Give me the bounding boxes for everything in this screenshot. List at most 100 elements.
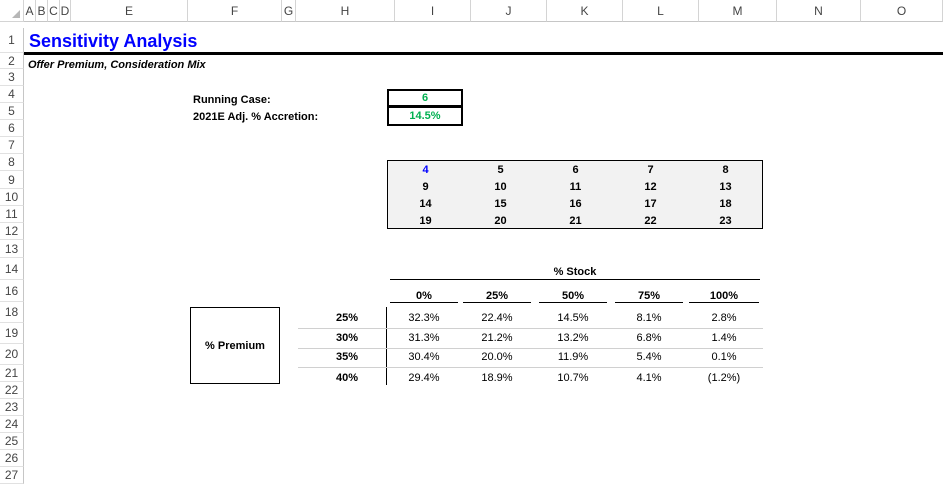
sensitivity-value-cell[interactable]: 20.0% xyxy=(465,350,529,364)
running-case-label: Running Case: xyxy=(193,94,271,106)
sensitivity-value-cell[interactable]: 11.9% xyxy=(541,350,605,364)
column-header-m[interactable]: M xyxy=(699,0,777,22)
row-header-12[interactable]: 12 xyxy=(0,223,24,240)
case-cell[interactable]: 21 xyxy=(539,214,612,228)
running-case-value: 6 xyxy=(421,92,429,104)
accretion-output[interactable]: 14.5% xyxy=(387,106,463,126)
column-header-a[interactable]: A xyxy=(24,0,36,22)
row-header-4[interactable]: 4 xyxy=(0,86,24,103)
sensitivity-value-cell[interactable]: 5.4% xyxy=(617,350,681,364)
row-header-21[interactable]: 21 xyxy=(0,365,24,382)
sensitivity-value-cell[interactable]: 18.9% xyxy=(465,371,529,385)
row-header-27[interactable]: 27 xyxy=(0,467,24,484)
select-all-corner[interactable] xyxy=(0,0,24,22)
row-header-25[interactable]: 25 xyxy=(0,433,24,450)
row-divider xyxy=(298,328,763,329)
column-header-i[interactable]: I xyxy=(395,0,471,22)
column-header-h[interactable]: H xyxy=(296,0,395,22)
row-header-3[interactable]: 3 xyxy=(0,69,24,86)
sensitivity-value-cell[interactable]: 10.7% xyxy=(541,371,605,385)
column-header-g[interactable]: G xyxy=(282,0,296,22)
sensitivity-value-cell[interactable]: 29.4% xyxy=(392,371,456,385)
row-header-2[interactable]: 2 xyxy=(0,53,24,69)
col-header-underline xyxy=(463,302,531,303)
premium-row-header: 40% xyxy=(335,372,358,384)
row-header-8[interactable]: 8 xyxy=(0,154,24,171)
running-case-input[interactable]: 6 xyxy=(387,89,463,107)
row-divider xyxy=(298,367,763,368)
case-cell[interactable]: 17 xyxy=(614,197,687,211)
sensitivity-value-cell[interactable]: 1.4% xyxy=(691,331,757,345)
sensitivity-value-cell[interactable]: (1.2%) xyxy=(691,371,757,385)
sensitivity-value-cell[interactable]: 22.4% xyxy=(465,311,529,325)
case-cell[interactable]: 11 xyxy=(539,180,612,194)
row-header-16[interactable]: 16 xyxy=(0,280,24,302)
sensitivity-value-cell[interactable]: 13.2% xyxy=(541,331,605,345)
row-header-1[interactable]: 1 xyxy=(0,28,24,53)
sensitivity-value-cell[interactable]: 6.8% xyxy=(617,331,681,345)
page-subtitle: Offer Premium, Consideration Mix xyxy=(28,59,206,71)
row-header-11[interactable]: 11 xyxy=(0,206,24,223)
column-header-l[interactable]: L xyxy=(623,0,699,22)
column-header-j[interactable]: J xyxy=(471,0,547,22)
row-header-22[interactable]: 22 xyxy=(0,382,24,399)
case-cell[interactable]: 16 xyxy=(539,197,612,211)
case-cell[interactable]: 5 xyxy=(464,163,537,177)
case-cell[interactable]: 15 xyxy=(464,197,537,211)
sensitivity-value-cell[interactable]: 14.5% xyxy=(541,311,605,325)
row-header-23[interactable]: 23 xyxy=(0,399,24,416)
row-header-13[interactable]: 13 xyxy=(0,240,24,258)
sensitivity-value-cell[interactable]: 8.1% xyxy=(617,311,681,325)
column-header-d[interactable]: D xyxy=(60,0,71,22)
sensitivity-value-cell[interactable]: 32.3% xyxy=(392,311,456,325)
table-vertical-divider xyxy=(386,307,387,385)
case-cell[interactable]: 10 xyxy=(464,180,537,194)
row-header-14[interactable]: 14 xyxy=(0,258,24,280)
row-header-10[interactable]: 10 xyxy=(0,189,24,206)
column-header-e[interactable]: E xyxy=(71,0,188,22)
case-cell[interactable]: 12 xyxy=(614,180,687,194)
case-cell[interactable]: 20 xyxy=(464,214,537,228)
column-header-c[interactable]: C xyxy=(48,0,60,22)
column-header-f[interactable]: F xyxy=(188,0,282,22)
row-header-9[interactable]: 9 xyxy=(0,171,24,189)
column-header-o[interactable]: O xyxy=(861,0,943,22)
premium-axis-box: % Premium xyxy=(190,307,280,384)
row-header-26[interactable]: 26 xyxy=(0,450,24,467)
stock-axis-label: % Stock xyxy=(553,266,597,278)
sensitivity-value-cell[interactable]: 21.2% xyxy=(465,331,529,345)
row-header-7[interactable]: 7 xyxy=(0,137,24,154)
row-header-20[interactable]: 20 xyxy=(0,344,24,365)
sensitivity-value-cell[interactable]: 31.3% xyxy=(392,331,456,345)
case-cell[interactable]: 22 xyxy=(614,214,687,228)
case-cell[interactable]: 8 xyxy=(689,163,762,177)
row-header-19[interactable]: 19 xyxy=(0,323,24,344)
page-title: Sensitivity Analysis xyxy=(29,31,198,51)
sensitivity-value-cell[interactable]: 2.8% xyxy=(691,311,757,325)
stock-col-header: 50% xyxy=(561,290,585,302)
case-cell[interactable]: 19 xyxy=(389,214,462,228)
row-header-5[interactable]: 5 xyxy=(0,103,24,120)
row-header-6[interactable]: 6 xyxy=(0,120,24,137)
case-cell[interactable]: 18 xyxy=(689,197,762,211)
title-underline xyxy=(24,52,943,55)
row-header-24[interactable]: 24 xyxy=(0,416,24,433)
column-header-n[interactable]: N xyxy=(777,0,861,22)
case-cell[interactable]: 9 xyxy=(389,180,462,194)
row-divider xyxy=(298,348,763,349)
stock-col-header: 0% xyxy=(416,290,432,302)
sensitivity-value-cell[interactable]: 30.4% xyxy=(392,350,456,364)
case-cell[interactable]: 4 xyxy=(389,163,462,177)
sensitivity-value-cell[interactable]: 0.1% xyxy=(691,350,757,364)
sensitivity-value-cell[interactable]: 4.1% xyxy=(617,371,681,385)
column-header-b[interactable]: B xyxy=(36,0,48,22)
premium-row-header: 35% xyxy=(335,351,358,363)
case-cell[interactable]: 6 xyxy=(539,163,612,177)
row-header-18[interactable]: 18 xyxy=(0,302,24,323)
case-cell[interactable]: 23 xyxy=(689,214,762,228)
accretion-value: 14.5% xyxy=(409,110,441,122)
column-header-k[interactable]: K xyxy=(547,0,623,22)
case-cell[interactable]: 13 xyxy=(689,180,762,194)
case-cell[interactable]: 14 xyxy=(389,197,462,211)
case-cell[interactable]: 7 xyxy=(614,163,687,177)
